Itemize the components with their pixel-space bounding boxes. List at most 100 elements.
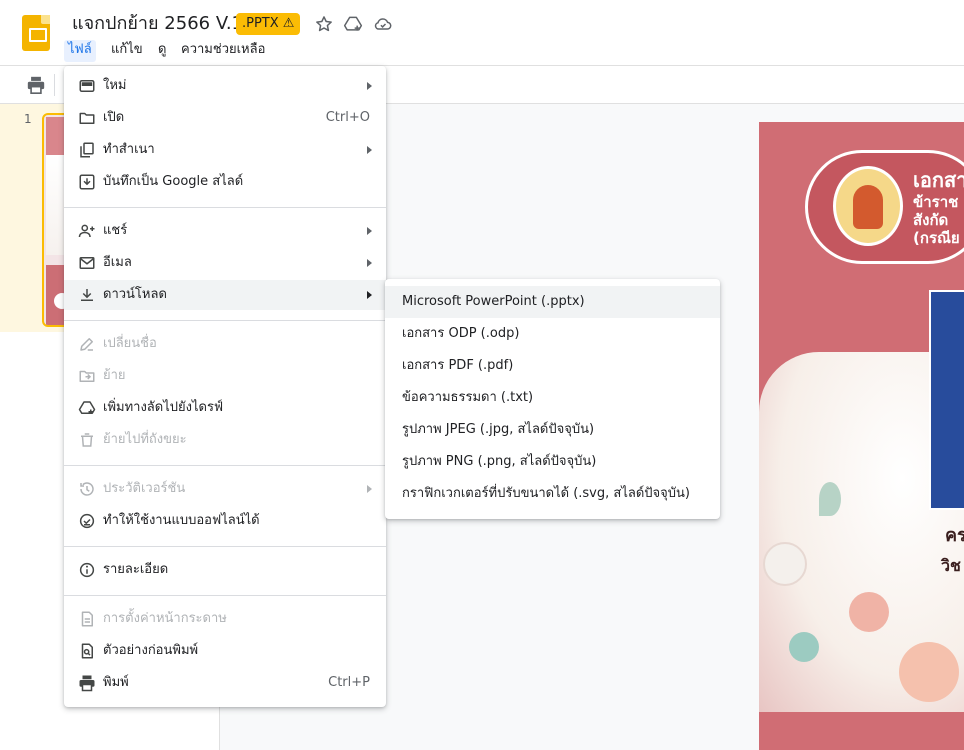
download-option-jpeg[interactable]: รูปภาพ JPEG (.jpg, สไลด์ปัจจุบัน)	[385, 414, 720, 446]
slide-canvas[interactable]: เอกสา ข้าราช สังกัด (กรณีย คร วิช	[759, 122, 964, 750]
offline-icon	[78, 512, 96, 530]
menu-item-label: ทำสำเนา	[103, 142, 155, 157]
copy-icon	[78, 141, 96, 159]
document-title[interactable]: แจกปกย้าย 2566 V.1	[72, 13, 243, 35]
trash-icon	[78, 431, 96, 449]
new-presentation-icon	[78, 77, 96, 95]
menu-divider	[64, 546, 386, 547]
slides-logo-icon[interactable]	[22, 15, 50, 51]
menu-item-print-preview[interactable]: ตัวอย่างก่อนพิมพ์	[64, 636, 386, 666]
menu-item-download[interactable]: ดาวน์โหลด	[64, 280, 386, 310]
menu-item-label: ทำให้ใช้งานแบบออฟไลน์ได้	[103, 513, 260, 528]
pencil-icon	[78, 335, 96, 353]
menu-item-open[interactable]: เปิด Ctrl+O	[64, 103, 386, 133]
menu-item-label: ย้าย	[103, 368, 126, 383]
menu-divider	[64, 595, 386, 596]
star-icon[interactable]	[314, 14, 334, 34]
download-option-svg[interactable]: กราฟิกเวกเตอร์ที่ปรับขนาดได้ (.svg, สไลด…	[385, 478, 720, 510]
download-option-txt[interactable]: ข้อความธรรมดา (.txt)	[385, 382, 720, 414]
menu-file[interactable]: ไฟล์	[64, 40, 96, 62]
menu-item-label: แชร์	[103, 223, 128, 238]
menu-item-print[interactable]: พิมพ์ Ctrl+P	[64, 668, 386, 698]
menu-divider	[64, 465, 386, 466]
download-option-odp[interactable]: เอกสาร ODP (.odp)	[385, 318, 720, 350]
menu-item-label: ตัวอย่างก่อนพิมพ์	[103, 643, 199, 658]
download-option-png[interactable]: รูปภาพ PNG (.png, สไลด์ปัจจุบัน)	[385, 446, 720, 478]
menu-item-page-setup[interactable]: การตั้งค่าหน้ากระดาษ	[64, 604, 386, 634]
cloud-status-icon[interactable]	[373, 14, 393, 34]
menu-item-make-offline[interactable]: ทำให้ใช้งานแบบออฟไลน์ได้	[64, 506, 386, 536]
menu-item-share[interactable]: แชร์	[64, 216, 386, 246]
menu-edit[interactable]: แก้ไข	[107, 40, 147, 62]
menu-item-add-shortcut[interactable]: เพิ่มทางลัดไปยังไดรฟ์	[64, 393, 386, 423]
menu-item-label: ประวัติเวอร์ชัน	[103, 481, 186, 496]
submenu-arrow-icon	[367, 146, 372, 154]
download-option-label: เอกสาร ODP (.odp)	[402, 326, 520, 341]
slide-flower	[763, 542, 807, 586]
move-folder-icon	[78, 367, 96, 385]
print-icon[interactable]	[26, 76, 46, 94]
download-option-label: Microsoft PowerPoint (.pptx)	[402, 294, 585, 309]
download-option-label: รูปภาพ PNG (.png, สไลด์ปัจจุบัน)	[402, 454, 597, 469]
menu-item-move[interactable]: ย้าย	[64, 361, 386, 391]
person-add-icon	[78, 222, 96, 240]
download-submenu: Microsoft PowerPoint (.pptx) เอกสาร ODP …	[385, 279, 720, 519]
menu-item-label: เปลี่ยนชื่อ	[103, 336, 157, 351]
slide-blue-panel	[929, 290, 964, 510]
menu-item-label: ดาวน์โหลด	[103, 287, 167, 302]
slide-pill-line4: (กรณีย	[913, 229, 960, 247]
menu-item-label: บันทึกเป็น Google สไลด์	[103, 174, 244, 189]
download-option-label: ข้อความธรรมดา (.txt)	[402, 390, 534, 405]
download-option-label: กราฟิกเวกเตอร์ที่ปรับขนาดได้ (.svg, สไลด…	[402, 486, 690, 501]
menu-help[interactable]: ความช่วยเหลือ	[177, 40, 269, 62]
page-setup-icon	[78, 610, 96, 628]
menu-divider	[64, 207, 386, 208]
menu-item-move-to-trash[interactable]: ย้ายไปที่ถังขยะ	[64, 425, 386, 455]
menu-item-label: เพิ่มทางลัดไปยังไดรฟ์	[103, 400, 224, 415]
menu-item-label: พิมพ์	[103, 675, 129, 690]
add-to-drive-icon	[78, 399, 96, 417]
slide-flower	[899, 642, 959, 702]
menu-item-label: การตั้งค่าหน้ากระดาษ	[103, 611, 227, 626]
submenu-arrow-icon	[367, 259, 372, 267]
file-format-badge[interactable]: .PPTX ⚠	[236, 13, 301, 35]
slide-leaf	[789, 632, 819, 662]
menu-item-email[interactable]: อีเมล	[64, 248, 386, 278]
menu-item-new[interactable]: ใหม่	[64, 71, 386, 101]
menu-item-shortcut: Ctrl+O	[325, 110, 370, 125]
download-option-pptx[interactable]: Microsoft PowerPoint (.pptx)	[385, 286, 720, 318]
download-option-label: รูปภาพ JPEG (.jpg, สไลด์ปัจจุบัน)	[402, 422, 595, 437]
menu-item-label: เปิด	[103, 110, 125, 125]
menu-item-details[interactable]: รายละเอียด	[64, 555, 386, 585]
menu-item-label: ย้ายไปที่ถังขยะ	[103, 432, 187, 447]
print-icon	[78, 674, 96, 692]
toolbar-divider	[54, 74, 55, 96]
submenu-arrow-icon	[367, 227, 372, 235]
menu-item-shortcut: Ctrl+P	[328, 675, 370, 690]
menu-item-make-copy[interactable]: ทำสำเนา	[64, 135, 386, 165]
menu-item-rename[interactable]: เปลี่ยนชื่อ	[64, 329, 386, 359]
download-option-pdf[interactable]: เอกสาร PDF (.pdf)	[385, 350, 720, 382]
menu-item-label: อีเมล	[103, 255, 132, 270]
menu-item-version-history[interactable]: ประวัติเวอร์ชัน	[64, 474, 386, 504]
info-icon	[78, 561, 96, 579]
slide-number: 1	[24, 112, 32, 126]
file-menu: ใหม่ เปิด Ctrl+O ทำสำเนา บันทึกเป็น Goog…	[64, 66, 386, 707]
history-icon	[78, 480, 96, 498]
school-emblem-icon	[833, 166, 903, 246]
submenu-arrow-icon	[367, 485, 372, 493]
menu-divider	[64, 320, 386, 321]
print-preview-icon	[78, 642, 96, 660]
menu-item-save-as-google-slides[interactable]: บันทึกเป็น Google สไลด์	[64, 167, 386, 197]
folder-icon	[78, 109, 96, 127]
download-icon	[78, 286, 96, 304]
menu-item-label: ใหม่	[103, 78, 127, 93]
slide-body-line1: คร	[945, 525, 964, 546]
slide-flower	[849, 592, 889, 632]
save-to-slides-icon	[78, 173, 96, 191]
submenu-arrow-icon	[367, 291, 372, 299]
slide-leaf	[819, 482, 841, 516]
download-option-label: เอกสาร PDF (.pdf)	[402, 358, 514, 373]
add-to-drive-icon[interactable]	[343, 14, 363, 34]
menu-view[interactable]: ดู	[154, 40, 170, 62]
